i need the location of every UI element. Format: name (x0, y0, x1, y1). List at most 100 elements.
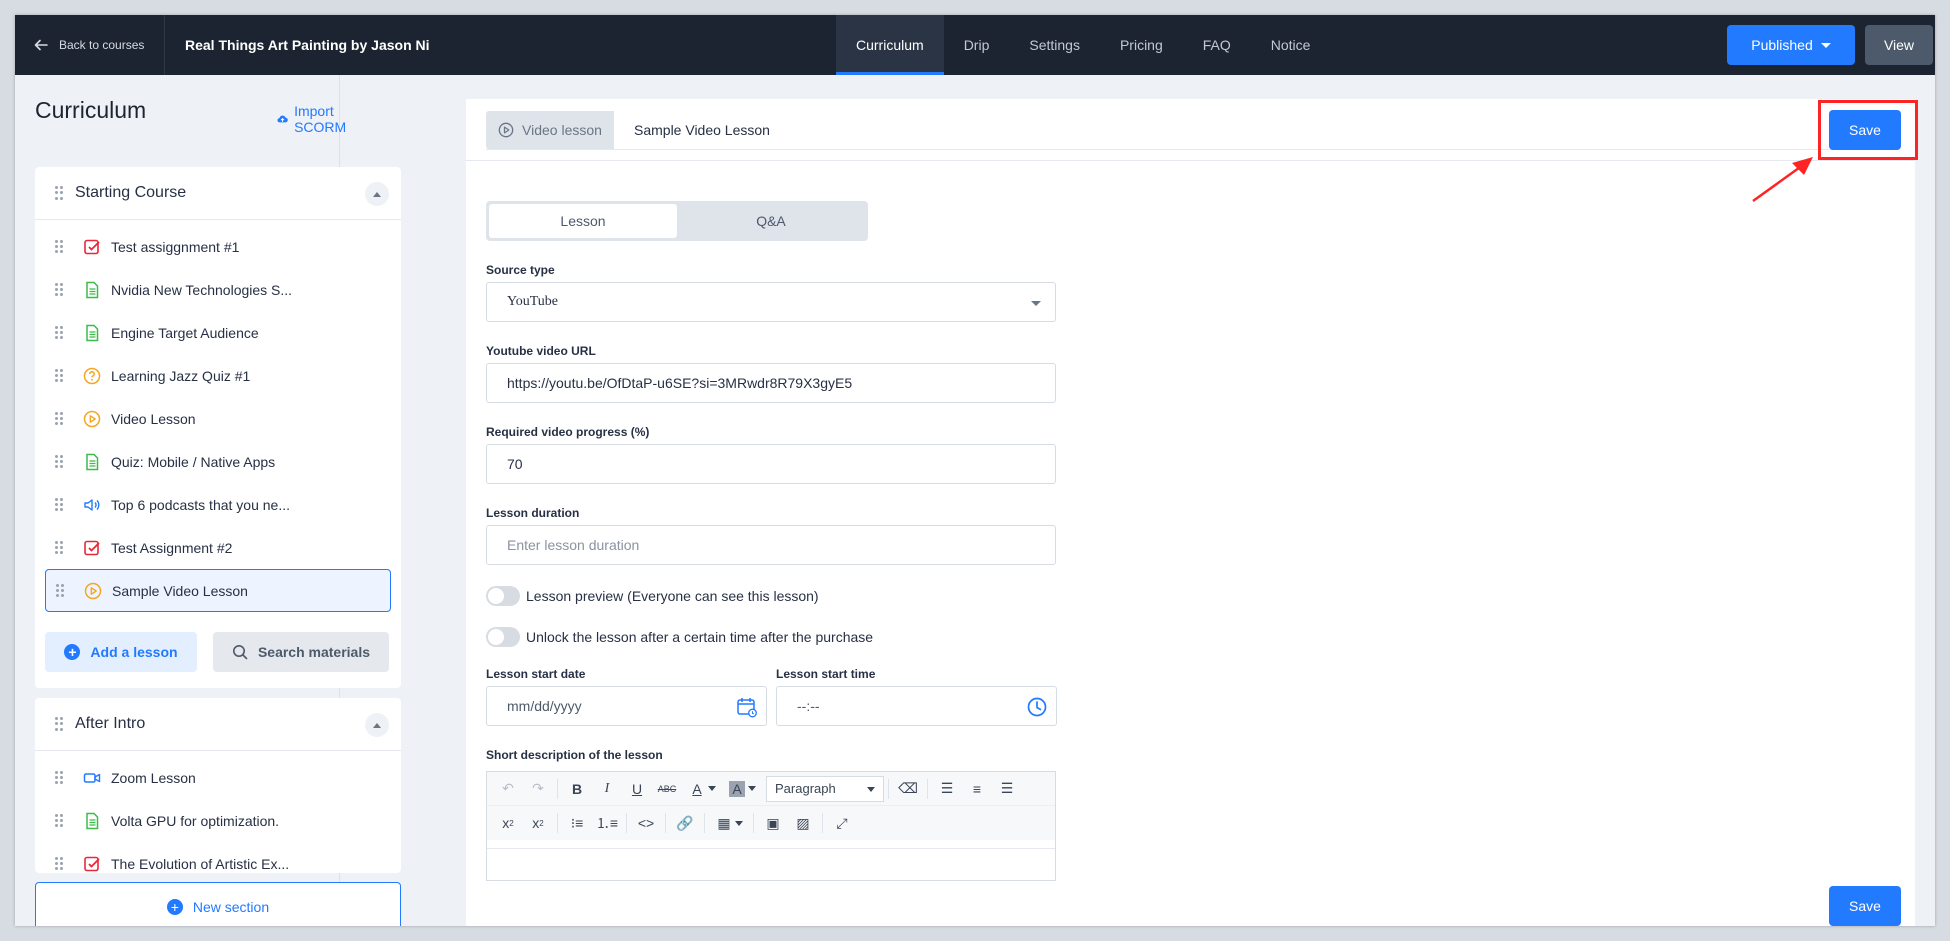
align-right-icon[interactable]: ☰ (992, 775, 1022, 803)
published-dropdown-button[interactable]: Published (1727, 25, 1855, 65)
start-time-input[interactable]: --:-- (776, 686, 1057, 726)
source-type-select[interactable]: YouTube (486, 282, 1056, 322)
lesson-item[interactable]: Learning Jazz Quiz #1 (35, 354, 393, 397)
underline-icon[interactable]: U (622, 775, 652, 803)
tab-drip[interactable]: Drip (944, 15, 1010, 75)
tab-settings[interactable]: Settings (1009, 15, 1100, 75)
unlock-lesson-toggle[interactable] (486, 627, 520, 647)
rich-text-editor: ↶ ↷ B I U ABC A A Paragraph ⌫ ☰ ≡ ☰ x 2 … (486, 771, 1056, 881)
new-section-button[interactable]: + New section (35, 882, 401, 926)
video-lesson-icon (83, 410, 101, 428)
bold-icon[interactable]: B (562, 775, 592, 803)
annotation-arrow (1752, 157, 1813, 203)
drag-handle-icon[interactable] (55, 813, 63, 828)
bullet-list-icon[interactable]: ⁝≡ (562, 809, 592, 837)
view-button[interactable]: View (1865, 25, 1933, 65)
paragraph-format-select[interactable]: Paragraph (766, 775, 884, 802)
import-scorm-link[interactable]: Import SCORM (277, 103, 353, 135)
lesson-item[interactable]: Nvidia New Technologies S... (35, 268, 393, 311)
fullscreen-icon[interactable]: ⤢ (827, 809, 857, 837)
link-icon[interactable]: 🔗 (670, 809, 700, 837)
tab-lesson[interactable]: Lesson (489, 204, 677, 238)
lesson-preview-toggle[interactable] (486, 586, 520, 606)
undo-icon[interactable]: ↶ (493, 775, 523, 803)
paragraph-format-label: Paragraph (775, 781, 836, 796)
drag-handle-icon[interactable] (56, 583, 64, 598)
save-button-top[interactable]: Save (1829, 110, 1901, 150)
strikethrough-icon[interactable]: ABC (652, 775, 682, 803)
drag-handle-icon[interactable] (55, 325, 63, 340)
clock-icon[interactable] (1026, 696, 1048, 718)
code-icon[interactable]: <> (631, 809, 661, 837)
numbered-list-icon[interactable]: ⒈≡ (592, 809, 622, 837)
import-scorm-label: Import SCORM (294, 103, 347, 135)
editor-content-area[interactable] (487, 848, 1055, 882)
lesson-preview-row: Lesson preview (Everyone can see this le… (486, 586, 819, 606)
lesson-item[interactable]: Engine Target Audience (35, 311, 393, 354)
tab-notice[interactable]: Notice (1251, 15, 1331, 75)
chevron-up-icon (373, 722, 381, 728)
youtube-url-label: Youtube video URL (486, 344, 596, 358)
start-date-input[interactable]: mm/dd/yyyy (486, 686, 767, 726)
add-lesson-button[interactable]: + Add a lesson (45, 632, 197, 672)
audio-lesson-icon (83, 496, 101, 514)
lesson-item[interactable]: Test assiggnment #1 (35, 225, 393, 268)
tab-pricing[interactable]: Pricing (1100, 15, 1183, 75)
subscript-icon[interactable]: x2 (493, 809, 523, 837)
drag-handle-icon[interactable] (55, 856, 63, 871)
lesson-item-active[interactable]: Sample Video Lesson (45, 569, 391, 612)
lesson-preview-label: Lesson preview (Everyone can see this le… (526, 588, 819, 604)
lesson-label: Test assiggnment #1 (111, 238, 240, 255)
lesson-item[interactable]: Quiz: Mobile / Native Apps (35, 440, 393, 483)
collapse-section-button[interactable] (365, 713, 389, 737)
curriculum-sidebar: Curriculum Import SCORM Starting Course … (15, 75, 401, 926)
collapse-section-button[interactable] (365, 182, 389, 206)
lesson-item[interactable]: Video Lesson (35, 397, 393, 440)
align-left-icon[interactable]: ☰ (932, 775, 962, 803)
section-name[interactable]: After Intro (75, 715, 145, 733)
calendar-icon[interactable] (736, 696, 758, 718)
top-bar: Back to courses Real Things Art Painting… (15, 15, 1935, 75)
drag-handle-icon[interactable] (55, 411, 63, 426)
back-to-courses-link[interactable]: Back to courses (15, 15, 165, 75)
search-materials-button[interactable]: Search materials (213, 632, 389, 672)
video-progress-input[interactable]: 70 (486, 444, 1056, 484)
drag-handle-icon[interactable] (55, 454, 63, 469)
redo-icon[interactable]: ↷ (523, 775, 553, 803)
lesson-item[interactable]: Zoom Lesson (35, 756, 393, 799)
drag-handle-icon[interactable] (55, 770, 63, 785)
section-name[interactable]: Starting Course (75, 184, 186, 202)
video-lesson-icon (84, 582, 102, 600)
superscript-icon[interactable]: x2 (523, 809, 553, 837)
image-icon[interactable]: ▨ (788, 809, 818, 837)
align-center-icon[interactable]: ≡ (962, 775, 992, 803)
chevron-up-icon (373, 191, 381, 197)
drag-handle-icon[interactable] (55, 368, 63, 383)
drag-handle-icon[interactable] (55, 717, 63, 731)
chevron-down-icon (1820, 42, 1831, 48)
lesson-item[interactable]: Volta GPU for optimization. (35, 799, 393, 842)
drag-handle-icon[interactable] (55, 540, 63, 555)
lesson-duration-input[interactable]: Enter lesson duration (486, 525, 1056, 565)
sidebar-title: Curriculum (35, 97, 147, 123)
italic-icon[interactable]: I (592, 775, 622, 803)
lesson-item[interactable]: The Evolution of Artistic Ex... (35, 842, 393, 873)
lesson-item[interactable]: Test Assignment #2 (35, 526, 393, 569)
lesson-type-label: Video lesson (522, 121, 602, 138)
lesson-item[interactable]: Top 6 podcasts that you ne... (35, 483, 393, 526)
lesson-name-input[interactable] (614, 110, 1886, 149)
plus-circle-icon: + (64, 644, 81, 660)
tab-curriculum[interactable]: Curriculum (836, 15, 944, 75)
tab-qa[interactable]: Q&A (677, 204, 865, 238)
lesson-label: Quiz: Mobile / Native Apps (111, 453, 276, 470)
drag-handle-icon[interactable] (55, 186, 63, 200)
media-icon[interactable]: ▣ (758, 809, 788, 837)
drag-handle-icon[interactable] (55, 282, 63, 297)
zoom-lesson-icon (83, 769, 101, 787)
tab-faq[interactable]: FAQ (1183, 15, 1251, 75)
drag-handle-icon[interactable] (55, 497, 63, 512)
save-button-bottom[interactable]: Save (1829, 886, 1901, 926)
clear-format-icon[interactable]: ⌫ (893, 775, 923, 803)
drag-handle-icon[interactable] (55, 239, 63, 254)
youtube-url-input[interactable]: https://youtu.be/OfDtaP-u6SE?si=3MRwdr8R… (486, 363, 1056, 403)
